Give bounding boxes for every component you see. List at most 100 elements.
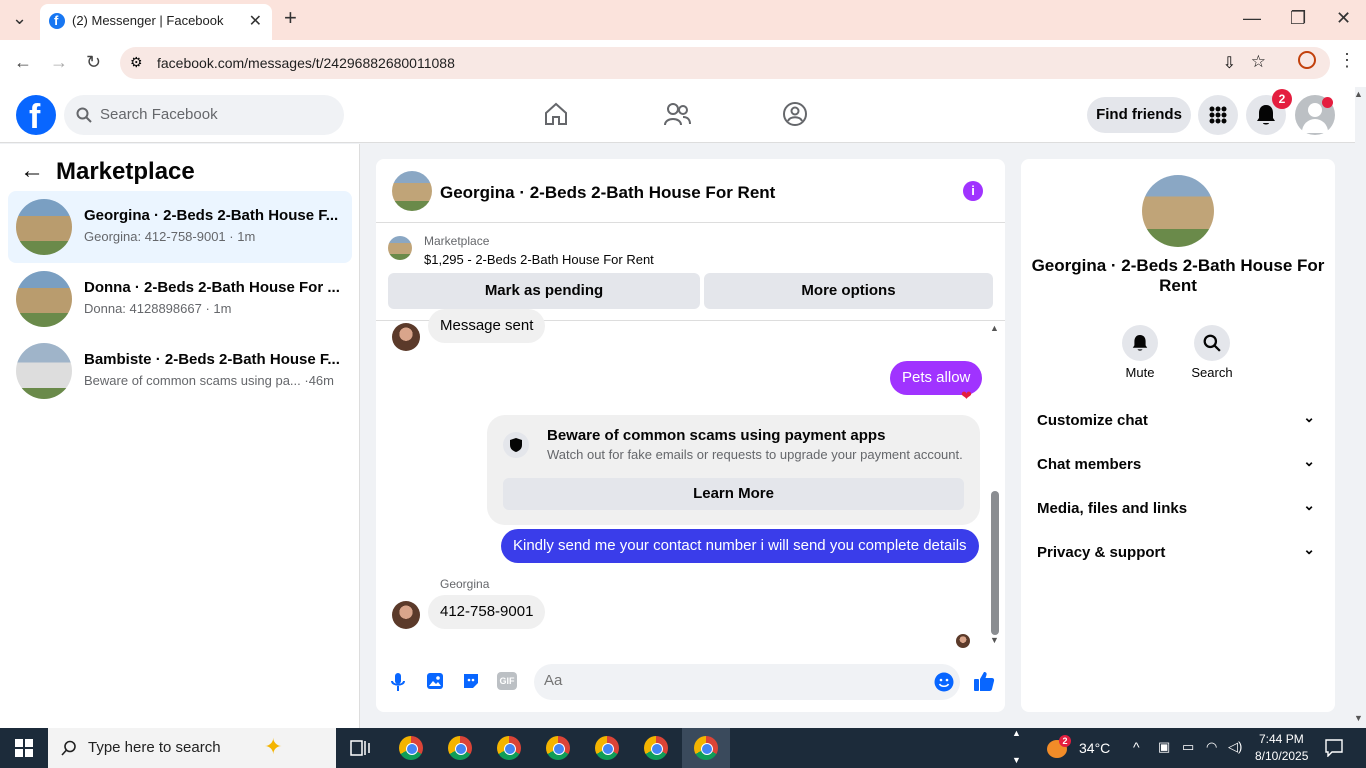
sticker-icon[interactable] (461, 671, 481, 691)
home-icon[interactable] (543, 101, 569, 127)
forward-icon[interactable]: → (50, 52, 68, 73)
tab-title: (2) Messenger | Facebook (72, 13, 224, 28)
chat-members-row[interactable]: Chat members ⌄ (1037, 443, 1319, 487)
notification-center-icon[interactable] (1325, 739, 1343, 757)
profile-icon[interactable] (1298, 51, 1316, 69)
listing-price-title[interactable]: $1,295 - 2-Beds 2-Bath House For Rent (424, 252, 654, 267)
chat-scrollbar-thumb[interactable] (991, 491, 999, 635)
omnibox[interactable]: ⚙ facebook.com/messages/t/24296882680011… (120, 47, 1330, 79)
gif-icon[interactable]: GIF (497, 672, 517, 690)
info-icon[interactable]: i (963, 181, 983, 201)
meet-now-icon[interactable]: ▣ (1158, 739, 1170, 755)
show-hidden-icons-icon[interactable]: ^ (1133, 739, 1140, 755)
chrome-taskbar-icon[interactable] (644, 736, 668, 760)
customize-chat-row[interactable]: Customize chat ⌄ (1037, 399, 1319, 443)
chrome-taskbar-icon[interactable] (546, 736, 570, 760)
friends-icon[interactable] (663, 101, 691, 127)
search-facebook-input[interactable]: Search Facebook (64, 95, 344, 135)
find-friends-button[interactable]: Find friends (1087, 97, 1191, 133)
more-options-button[interactable]: More options (704, 273, 993, 309)
thumbs-up-icon[interactable] (973, 670, 995, 692)
browser-tab[interactable]: (2) Messenger | Facebook ✕ (40, 4, 272, 40)
message-text-field[interactable] (544, 672, 924, 689)
sender-avatar[interactable] (392, 601, 420, 629)
sender-name: Georgina (440, 577, 490, 591)
copilot-sparkle-icon[interactable]: ✦ (264, 734, 282, 760)
chrome-taskbar-icon[interactable] (497, 736, 521, 760)
chrome-taskbar-icon[interactable] (448, 736, 472, 760)
browser-tab-bar: ⌄ (2) Messenger | Facebook ✕ + — ❐ ✕ (0, 0, 1366, 40)
mute-button[interactable] (1122, 325, 1158, 361)
page-scroll-down-icon[interactable]: ▼ (1354, 713, 1363, 723)
heart-reaction-icon[interactable]: ❤ (961, 388, 972, 404)
chat-title[interactable]: Georgina · 2-Beds 2-Bath House For Rent (440, 183, 775, 203)
listing-thumbnail (16, 271, 72, 327)
privacy-support-row[interactable]: Privacy & support ⌄ (1037, 531, 1319, 575)
close-tab-icon[interactable]: ✕ (249, 11, 262, 31)
scam-warning-card: Beware of common scams using payment app… (487, 415, 980, 525)
scroll-down-icon[interactable]: ▼ (990, 635, 999, 645)
sender-avatar[interactable] (392, 323, 420, 351)
back-arrow-icon[interactable]: ← (20, 157, 44, 185)
notification-badge: 2 (1272, 89, 1292, 109)
page-scroll-up-icon[interactable]: ▲ (1354, 89, 1363, 99)
wifi-icon[interactable]: ◠ (1206, 739, 1217, 755)
taskbar-search-box[interactable]: Type here to search ✦ (48, 728, 336, 768)
message-input[interactable] (534, 664, 960, 700)
reload-icon[interactable]: ↻ (86, 52, 101, 73)
learn-more-button[interactable]: Learn More (503, 478, 964, 510)
conversation-item[interactable]: Bambiste · 2-Beds 2-Bath House F... Bewa… (8, 335, 352, 407)
conversation-name: Donna · 2-Beds 2-Bath House For ... (84, 279, 340, 296)
conversation-item[interactable]: Georgina · 2-Beds 2-Bath House F... Geor… (8, 191, 352, 263)
scam-warning-description: Watch out for fake emails or requests to… (547, 447, 963, 462)
bookmark-star-icon[interactable]: ☆ (1251, 52, 1266, 72)
restore-icon[interactable]: ❐ (1290, 8, 1306, 29)
volume-icon[interactable]: ◁) (1228, 739, 1242, 755)
emoji-icon[interactable] (934, 672, 954, 692)
chrome-taskbar-icon[interactable] (595, 736, 619, 760)
close-window-icon[interactable]: ✕ (1336, 8, 1351, 29)
mark-as-pending-button[interactable]: Mark as pending (388, 273, 700, 309)
message-bubble: Kindly send me your contact number i wil… (501, 529, 979, 563)
clock-date[interactable]: 8/10/2025 (1255, 749, 1308, 763)
tray-scroll-up-icon[interactable]: ▲ (1012, 728, 1021, 738)
install-app-icon[interactable]: ⇩ (1223, 53, 1236, 73)
conversation-item[interactable]: Donna · 2-Beds 2-Bath House For ... Donn… (8, 263, 352, 335)
account-dot-badge (1322, 97, 1333, 108)
chrome-menu-icon[interactable]: ⋮ (1338, 50, 1356, 71)
microphone-icon[interactable] (390, 672, 406, 692)
chevron-down-icon: ⌄ (1303, 497, 1315, 513)
tab-search-chevron-icon[interactable]: ⌄ (12, 8, 27, 29)
chrome-taskbar-icon[interactable] (399, 736, 423, 760)
facebook-logo-icon[interactable]: f (16, 95, 56, 136)
new-tab-icon[interactable]: + (284, 5, 297, 31)
weather-temperature[interactable]: 34°C (1079, 740, 1110, 756)
task-view-icon[interactable] (350, 739, 370, 757)
url-text: facebook.com/messages/t/2429688268001108… (157, 55, 455, 71)
scroll-up-icon[interactable]: ▲ (990, 323, 999, 333)
clock-time[interactable]: 7:44 PM (1259, 732, 1304, 746)
row-label: Privacy & support (1037, 544, 1166, 561)
listing-avatar-large[interactable] (1142, 175, 1214, 247)
search-icon (61, 740, 76, 756)
menu-button[interactable] (1198, 95, 1238, 135)
search-in-conversation-button[interactable] (1194, 325, 1230, 361)
site-info-icon[interactable]: ⚙ (130, 54, 143, 71)
media-files-links-row[interactable]: Media, files and links ⌄ (1037, 487, 1319, 531)
photo-icon[interactable] (425, 671, 445, 691)
back-icon[interactable]: ← (14, 52, 32, 73)
battery-icon[interactable]: ▭ (1182, 739, 1194, 755)
chat-listing-avatar[interactable] (392, 171, 432, 211)
chat-panel: Georgina · 2-Beds 2-Bath House For Rent … (376, 159, 1005, 712)
sidebar-title: Marketplace (56, 158, 195, 185)
conversation-preview: Beware of common scams using pa... ·46m (84, 373, 334, 388)
minimize-icon[interactable]: — (1243, 8, 1261, 29)
chevron-down-icon: ⌄ (1303, 541, 1315, 557)
windows-start-icon[interactable] (15, 739, 33, 757)
conversation-preview: Donna: 4128898667 · 1m (84, 301, 232, 316)
groups-icon[interactable] (782, 101, 808, 127)
facebook-favicon-icon (49, 13, 65, 29)
marketplace-label: Marketplace (424, 234, 490, 248)
active-chrome-taskbar-item[interactable] (682, 728, 730, 768)
tray-scroll-down-icon[interactable]: ▼ (1012, 755, 1021, 765)
